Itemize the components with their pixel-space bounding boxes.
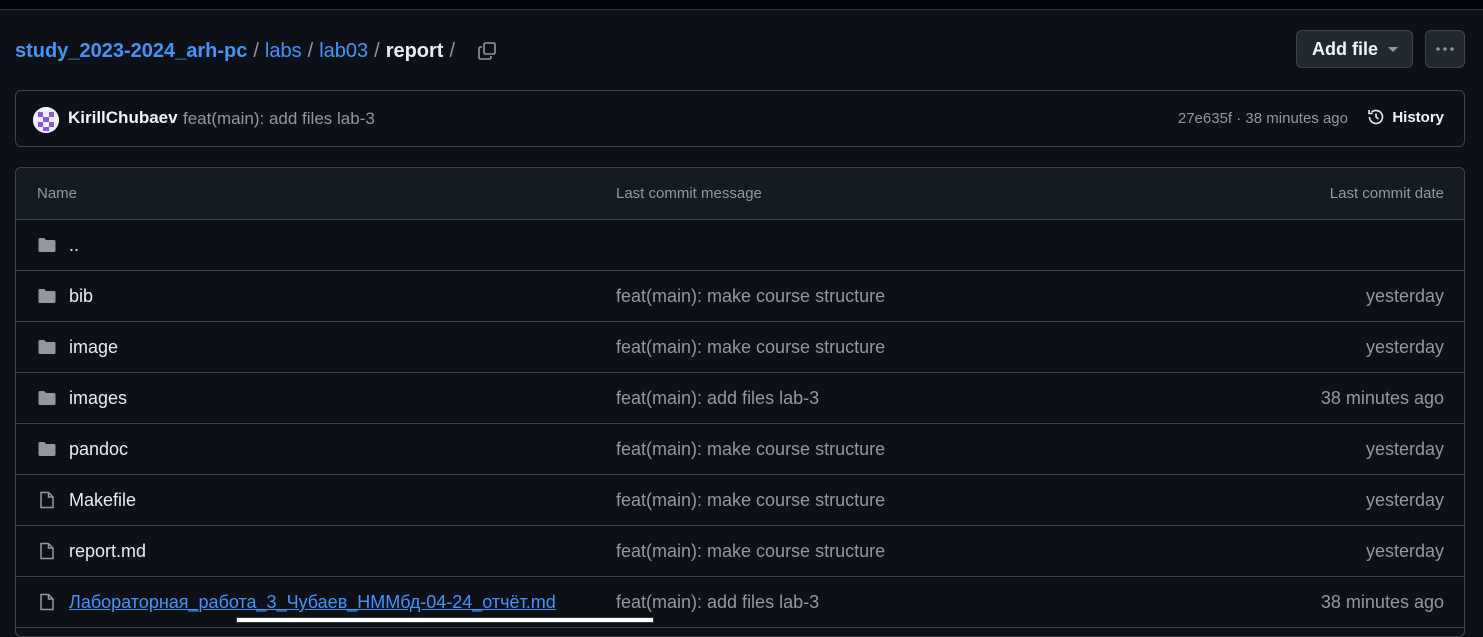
file-name-link[interactable]: Лабораторная_работа_3_Чубаев_НММбд-04-24… xyxy=(69,592,556,613)
file-icon xyxy=(40,593,54,611)
chevron-down-icon xyxy=(1388,47,1398,52)
history-label: History xyxy=(1392,108,1444,126)
commit-message-link[interactable]: feat(main): add files lab-3 xyxy=(183,109,375,129)
folder-icon xyxy=(38,340,56,354)
table-row[interactable]: pandoc feat(main): make course structure y… xyxy=(16,424,1464,475)
folder-icon xyxy=(38,289,56,303)
commit-date: yesterday xyxy=(1365,286,1444,306)
commit-date: yesterday xyxy=(1365,541,1444,561)
commit-hash-time[interactable]: 27e635f · 38 minutes ago xyxy=(1178,110,1348,127)
history-icon xyxy=(1368,109,1384,125)
commit-date: 38 minutes ago xyxy=(1320,388,1444,408)
table-row[interactable]: Лабораторная_работа_3_Чубаев_НММбд-04-24… xyxy=(16,577,1464,628)
file-name-link[interactable]: report.md xyxy=(69,541,146,562)
commit-date: yesterday xyxy=(1365,439,1444,459)
parent-directory-row[interactable]: .. xyxy=(16,220,1464,271)
add-file-button[interactable]: Add file xyxy=(1296,30,1413,68)
commit-message-link[interactable]: feat(main): make course structure xyxy=(616,439,885,460)
latest-commit-box: KirillChubaev feat(main): add files lab-… xyxy=(15,90,1465,147)
copy-path-icon[interactable] xyxy=(477,41,497,61)
file-icon xyxy=(40,491,54,509)
file-name-link[interactable]: image xyxy=(69,337,118,358)
history-button[interactable]: History xyxy=(1366,107,1444,127)
add-file-label: Add file xyxy=(1312,38,1378,59)
breadcrumb-labs-link[interactable]: labs xyxy=(265,40,302,63)
more-options-button[interactable] xyxy=(1425,30,1465,68)
folder-icon xyxy=(38,442,56,456)
column-header-name: Name xyxy=(37,185,78,202)
folder-icon xyxy=(38,391,56,405)
column-header-date: Last commit date xyxy=(1329,185,1444,202)
breadcrumb-separator: / xyxy=(253,39,259,62)
commit-date: yesterday xyxy=(1365,490,1444,510)
table-row[interactable]: report.md feat(main): make course structu… xyxy=(16,526,1464,577)
breadcrumb-separator: / xyxy=(374,39,380,62)
column-header-message: Last commit message xyxy=(616,185,762,202)
commit-date: 38 minutes ago xyxy=(1320,592,1444,612)
breadcrumb-current: report xyxy=(385,39,444,62)
file-table: Name Last commit message Last commit dat… xyxy=(15,167,1465,637)
file-icon xyxy=(40,542,54,560)
file-name-link[interactable]: pandoc xyxy=(69,439,128,460)
commit-message-link[interactable]: feat(main): make course structure xyxy=(616,286,885,307)
file-name-link[interactable]: Makefile xyxy=(69,490,136,511)
commit-date: yesterday xyxy=(1365,337,1444,357)
commit-message-link[interactable]: feat(main): make course structure xyxy=(616,337,885,358)
commit-message-link[interactable]: feat(main): add files lab-3 xyxy=(616,388,819,409)
breadcrumb-separator: / xyxy=(449,39,456,62)
breadcrumb-separator: / xyxy=(307,39,314,62)
breadcrumb-repo-link[interactable]: study_2023-2024_arh-pc xyxy=(15,40,247,63)
commit-message-link[interactable]: feat(main): make course structure xyxy=(616,541,885,562)
tooltip-popup xyxy=(236,617,654,623)
table-row[interactable]: images feat(main): add files lab-3 38 minu… xyxy=(16,373,1464,424)
parent-directory-link[interactable]: .. xyxy=(69,235,79,256)
folder-icon xyxy=(38,238,56,252)
file-name-link[interactable]: bib xyxy=(69,286,93,307)
top-bar xyxy=(0,0,1483,10)
kebab-horizontal-icon xyxy=(1436,47,1454,51)
breadcrumb-lab03-link[interactable]: lab03 xyxy=(319,40,368,63)
table-row[interactable]: image feat(main): make course structure ye… xyxy=(16,322,1464,373)
breadcrumb: study_2023-2024_arh-pc / labs / lab03 / … xyxy=(15,38,497,64)
commit-message-link[interactable]: feat(main): add files lab-3 xyxy=(616,592,819,613)
commit-author-link[interactable]: KirillChubaev xyxy=(68,108,178,128)
file-name-link[interactable]: images xyxy=(69,388,127,409)
table-header: Name Last commit message Last commit dat… xyxy=(16,168,1464,220)
commit-message-link[interactable]: feat(main): make course structure xyxy=(616,490,885,511)
table-row[interactable]: bib feat(main): make course structure yest… xyxy=(16,271,1464,322)
table-row[interactable]: Makefile feat(main): make course structur… xyxy=(16,475,1464,526)
avatar[interactable] xyxy=(33,107,59,133)
